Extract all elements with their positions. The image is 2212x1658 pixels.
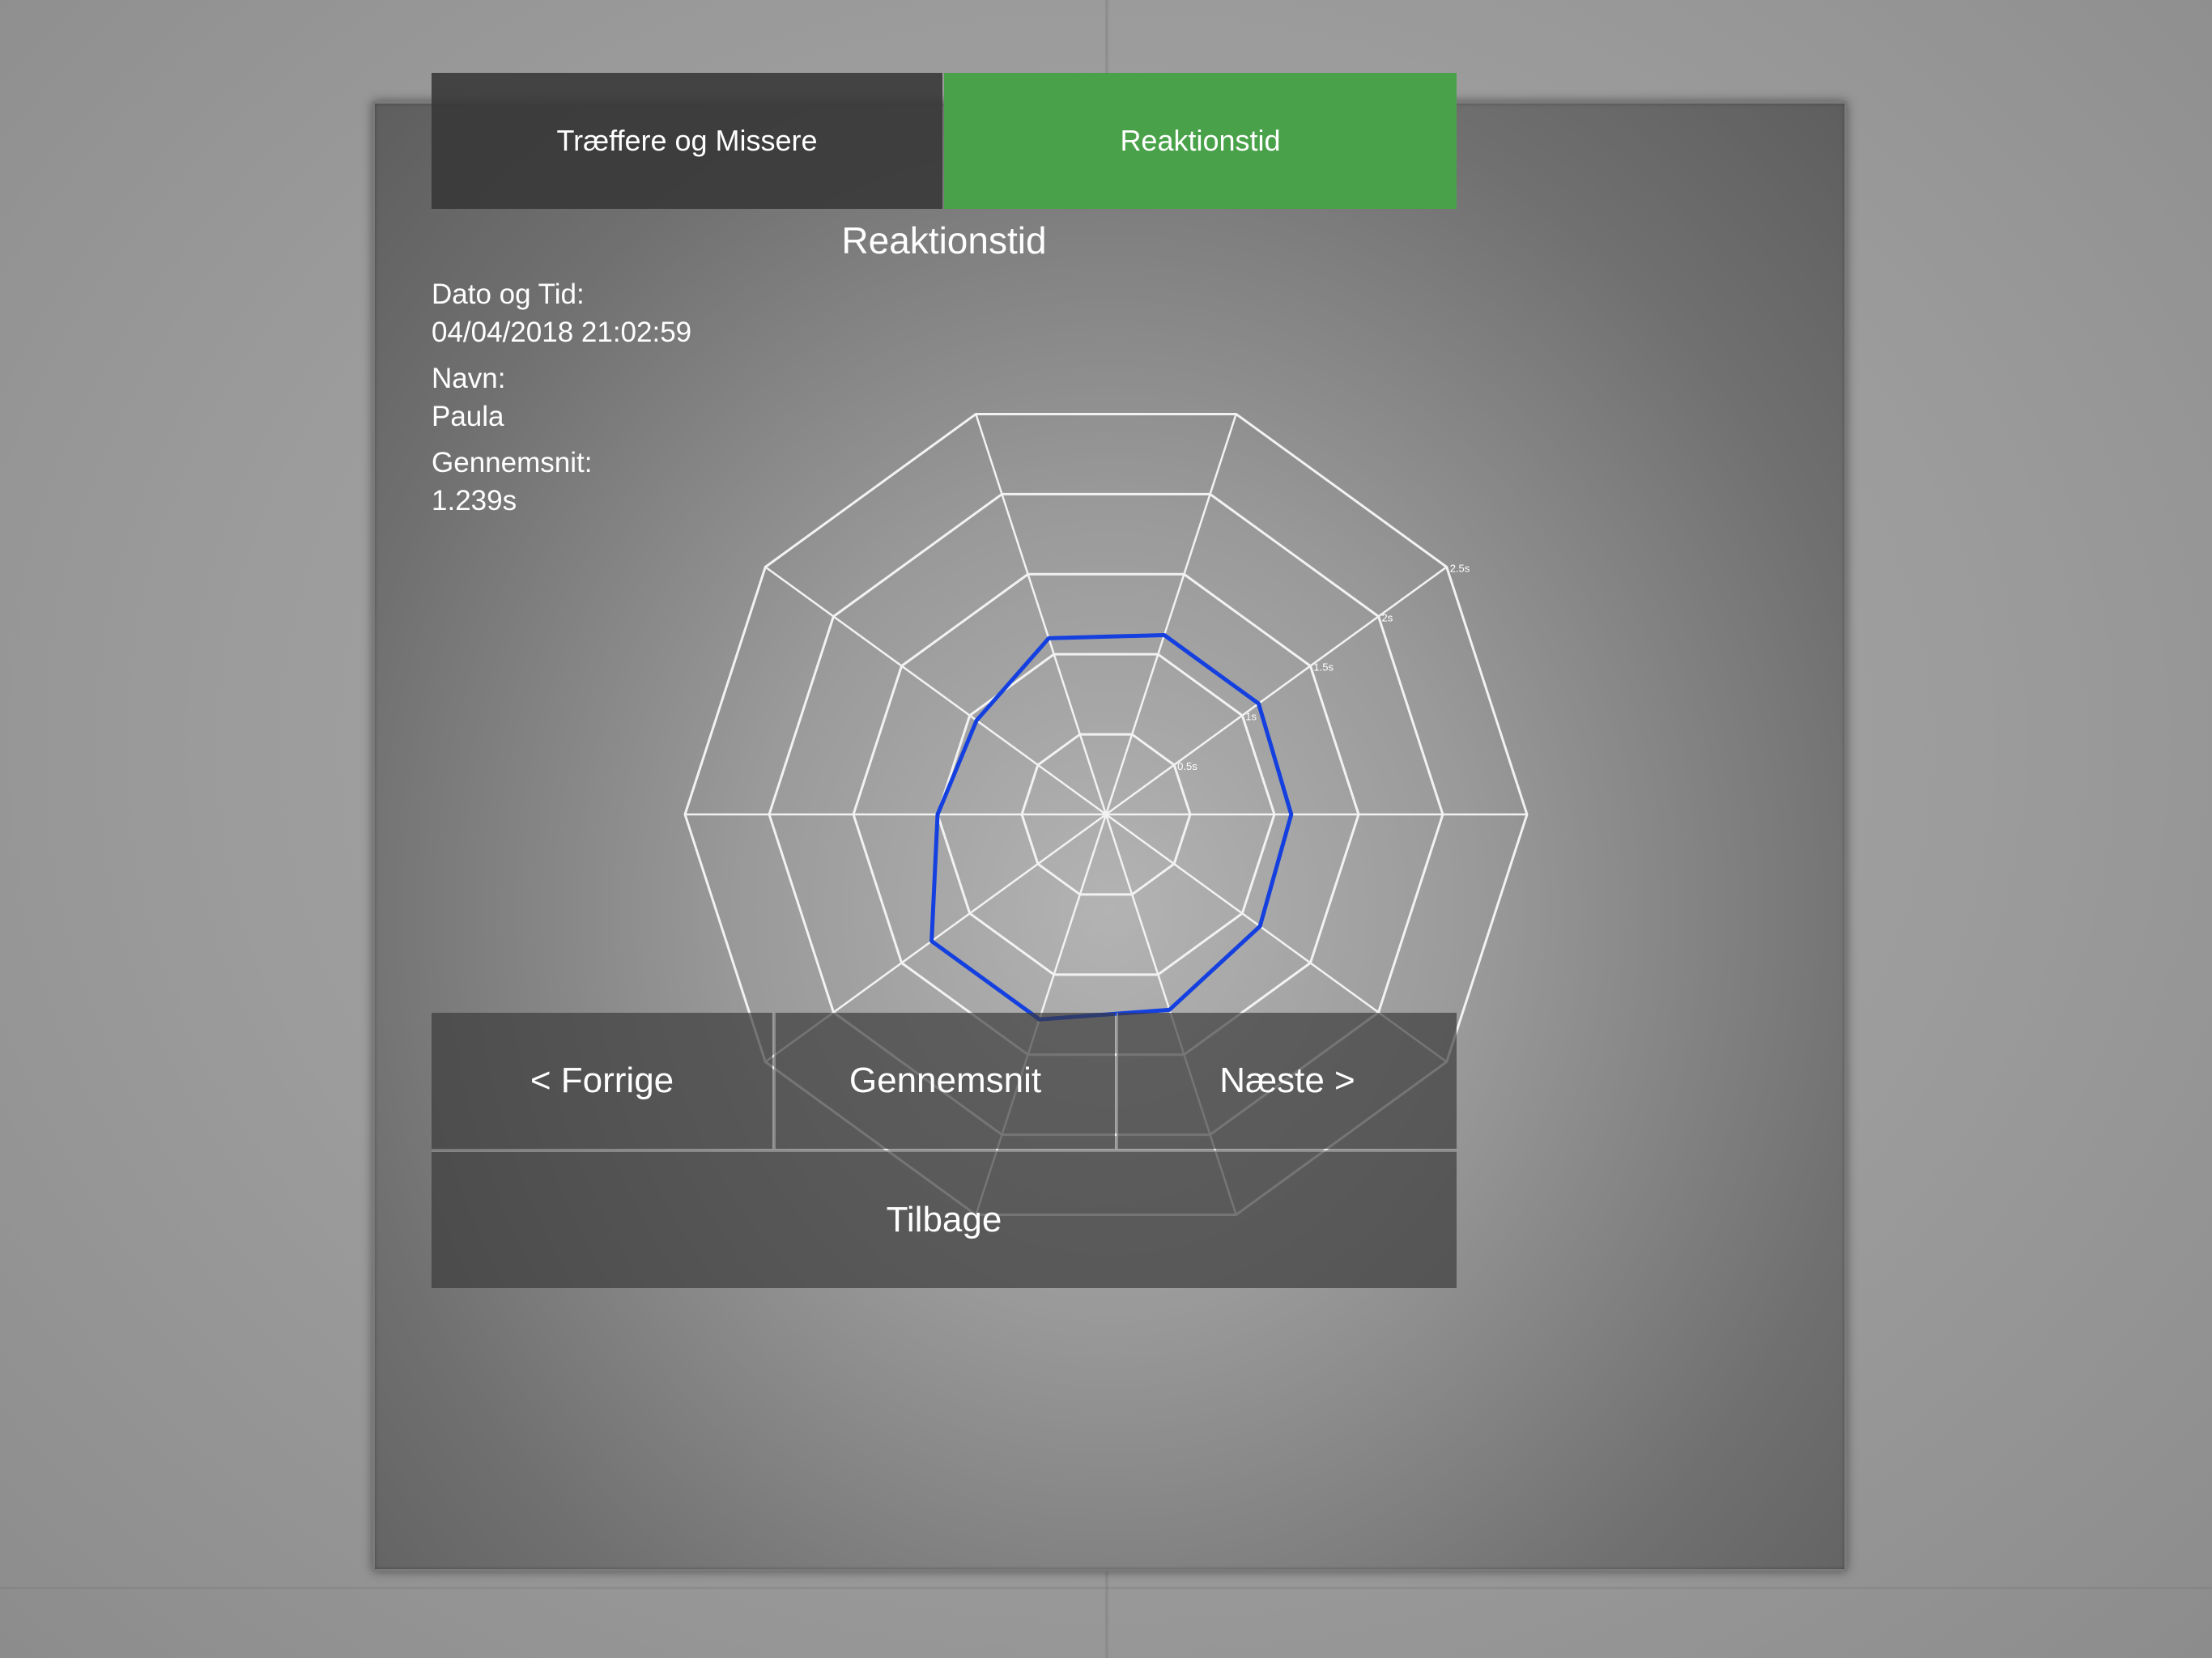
average-value: 1.239s	[432, 485, 517, 517]
back-button[interactable]: Tilbage	[432, 1150, 1457, 1288]
page-title: Reaktionstid	[841, 219, 1047, 261]
name-info: Navn: Paula	[432, 359, 505, 436]
background-seam-horizontal	[0, 1587, 2212, 1589]
average-button[interactable]: Gennemsnit	[774, 1013, 1115, 1149]
date-info: Dato og Tid: 04/04/2018 21:02:59	[432, 275, 691, 351]
previous-button[interactable]: < Forrige	[432, 1013, 772, 1149]
average-info: Gennemsnit: 1.239s	[432, 444, 592, 520]
average-label: Gennemsnit:	[432, 447, 593, 478]
tab-hits-misses[interactable]: Træffere og Missere	[432, 73, 942, 209]
date-label: Dato og Tid:	[432, 278, 585, 310]
name-value: Paula	[432, 401, 504, 432]
date-value: 04/04/2018 21:02:59	[432, 317, 692, 348]
name-label: Navn:	[432, 363, 506, 394]
tab-reaction-time[interactable]: Reaktionstid	[944, 73, 1457, 209]
next-button[interactable]: Næste >	[1117, 1013, 1457, 1149]
